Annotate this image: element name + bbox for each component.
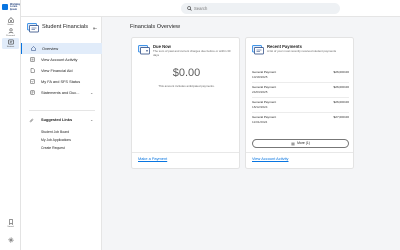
checklist-icon (30, 79, 35, 84)
nav-item-account-activity[interactable]: View Account Activity (21, 54, 102, 65)
payment-date: 11/01/2024 (252, 119, 268, 124)
app-rail: Workday Lorem Ipsum Home Personal Studen… (0, 0, 21, 250)
document-icon (30, 68, 35, 73)
payment-date: 18/12/2024 (252, 104, 268, 109)
bookmark-icon (8, 219, 13, 225)
view-account-activity-link[interactable]: View Account Activity (252, 156, 288, 161)
nav-item-financial-aid[interactable]: View Financial Aid (21, 65, 102, 76)
side-panel-title: Student Financials (42, 24, 89, 30)
nav-item-label: My FA and SFS Status (41, 79, 81, 84)
rail-item-label: Home (7, 23, 14, 26)
search-input[interactable] (194, 5, 324, 12)
rail-item-label: Saved (7, 225, 14, 228)
payment-amount: $27,000.00 (333, 115, 349, 119)
payment-type: General Payment (252, 100, 277, 104)
home-icon (7, 17, 14, 23)
workday-logo[interactable]: Workday Lorem Ipsum (2, 3, 21, 11)
payment-date: 24/03/2025 (252, 89, 268, 94)
list-icon (30, 57, 35, 62)
page-title: Financials Overview (130, 24, 181, 30)
nav-item-label: Overview (42, 46, 59, 51)
overview-icon (31, 46, 36, 51)
payment-amount: $26,000.00 (333, 100, 349, 104)
suggested-link[interactable]: Student Job Board (41, 128, 71, 136)
payment-type: General Payment (252, 115, 277, 119)
workday-logo-mark (2, 4, 8, 10)
chevron-down-icon: ⌄ (90, 117, 94, 122)
side-panel: Student Financials ⇤ Overview View Accou… (21, 17, 102, 250)
suggested-links-title: Suggested Links (41, 117, 73, 122)
search-bar[interactable] (181, 3, 340, 14)
rail-item-student[interactable]: Student (2, 38, 19, 49)
more-button-label: More (1) (297, 141, 310, 146)
chevron-down-icon: ⌄ (90, 90, 94, 95)
payment-amount: $26,000.00 (333, 70, 349, 74)
rail-item-label: Personal (6, 34, 15, 37)
suggested-links-list: Student Job Board My Job Applications Cr… (41, 128, 71, 152)
side-nav: Overview View Account Activity View Fina… (21, 43, 102, 98)
suggested-link[interactable]: Create Request (41, 144, 71, 152)
gear-icon (8, 237, 13, 243)
payment-amount: $26,000.00 (333, 85, 349, 89)
nav-item-fa-sfs-status[interactable]: My FA and SFS Status (21, 76, 102, 87)
payments-list: General Payment 10/18/2025 $26,000.00 Ge… (252, 68, 349, 128)
rail-item-settings[interactable] (2, 237, 19, 243)
nav-item-statements[interactable]: Statements and Duc... ⌄ (21, 87, 102, 98)
card-description: The sum of past and current charges due … (153, 49, 231, 57)
nav-item-overview[interactable]: Overview (21, 43, 102, 54)
payment-row[interactable]: General Payment 24/03/2025 $26,000.00 (252, 83, 349, 98)
payment-row[interactable]: General Payment 11/01/2024 $27,000.00 (252, 113, 349, 128)
card-footer-divider (246, 152, 353, 153)
due-now-card: Due Now The sum of past and current char… (131, 37, 240, 169)
link-icon (29, 118, 34, 122)
suggested-links-header[interactable]: Suggested Links ⌄ (29, 116, 99, 124)
more-payments-button[interactable]: More (1) (252, 139, 349, 148)
person-icon (8, 28, 13, 34)
recent-payments-card: Recent Payments A list of your most rece… (245, 37, 354, 169)
nav-item-label: View Financial Aid (41, 68, 73, 73)
card-description: A list of your most recently received st… (267, 49, 337, 53)
payment-date: 10/18/2025 (252, 74, 268, 79)
search-icon (187, 6, 192, 11)
student-icon (7, 39, 14, 45)
top-bar (21, 0, 400, 17)
payments-icon (252, 45, 264, 55)
student-financials-icon (27, 23, 39, 33)
payment-type: General Payment (252, 70, 277, 74)
collapse-panel-icon[interactable]: ⇤ (93, 26, 97, 32)
side-panel-header: Student Financials ⇤ (27, 23, 97, 37)
rail-item-home[interactable]: Home (2, 17, 19, 26)
payment-type: General Payment (252, 85, 277, 89)
card-footer-divider (132, 152, 239, 153)
nav-item-label: View Account Activity (41, 57, 78, 62)
divider (29, 110, 95, 111)
rail-item-personal[interactable]: Personal (2, 28, 19, 37)
list-icon (291, 142, 295, 145)
suggested-link[interactable]: My Job Applications (41, 136, 71, 144)
rail-item-label: Student (6, 45, 15, 48)
statement-icon (30, 90, 35, 95)
nav-item-label: Statements and Duc... (41, 90, 80, 95)
make-payment-link[interactable]: Make a Payment (138, 156, 167, 161)
payment-row[interactable]: General Payment 10/18/2025 $26,000.00 (252, 68, 349, 83)
due-amount: $0.00 (172, 67, 201, 79)
payment-row[interactable]: General Payment 18/12/2024 $26,000.00 (252, 98, 349, 113)
due-amount-note: This amount includes anticipated payment… (158, 84, 215, 88)
logo-text: Workday Lorem Ipsum (10, 3, 21, 11)
wallet-icon (138, 45, 150, 55)
rail-item-saved[interactable]: Saved (2, 219, 19, 228)
